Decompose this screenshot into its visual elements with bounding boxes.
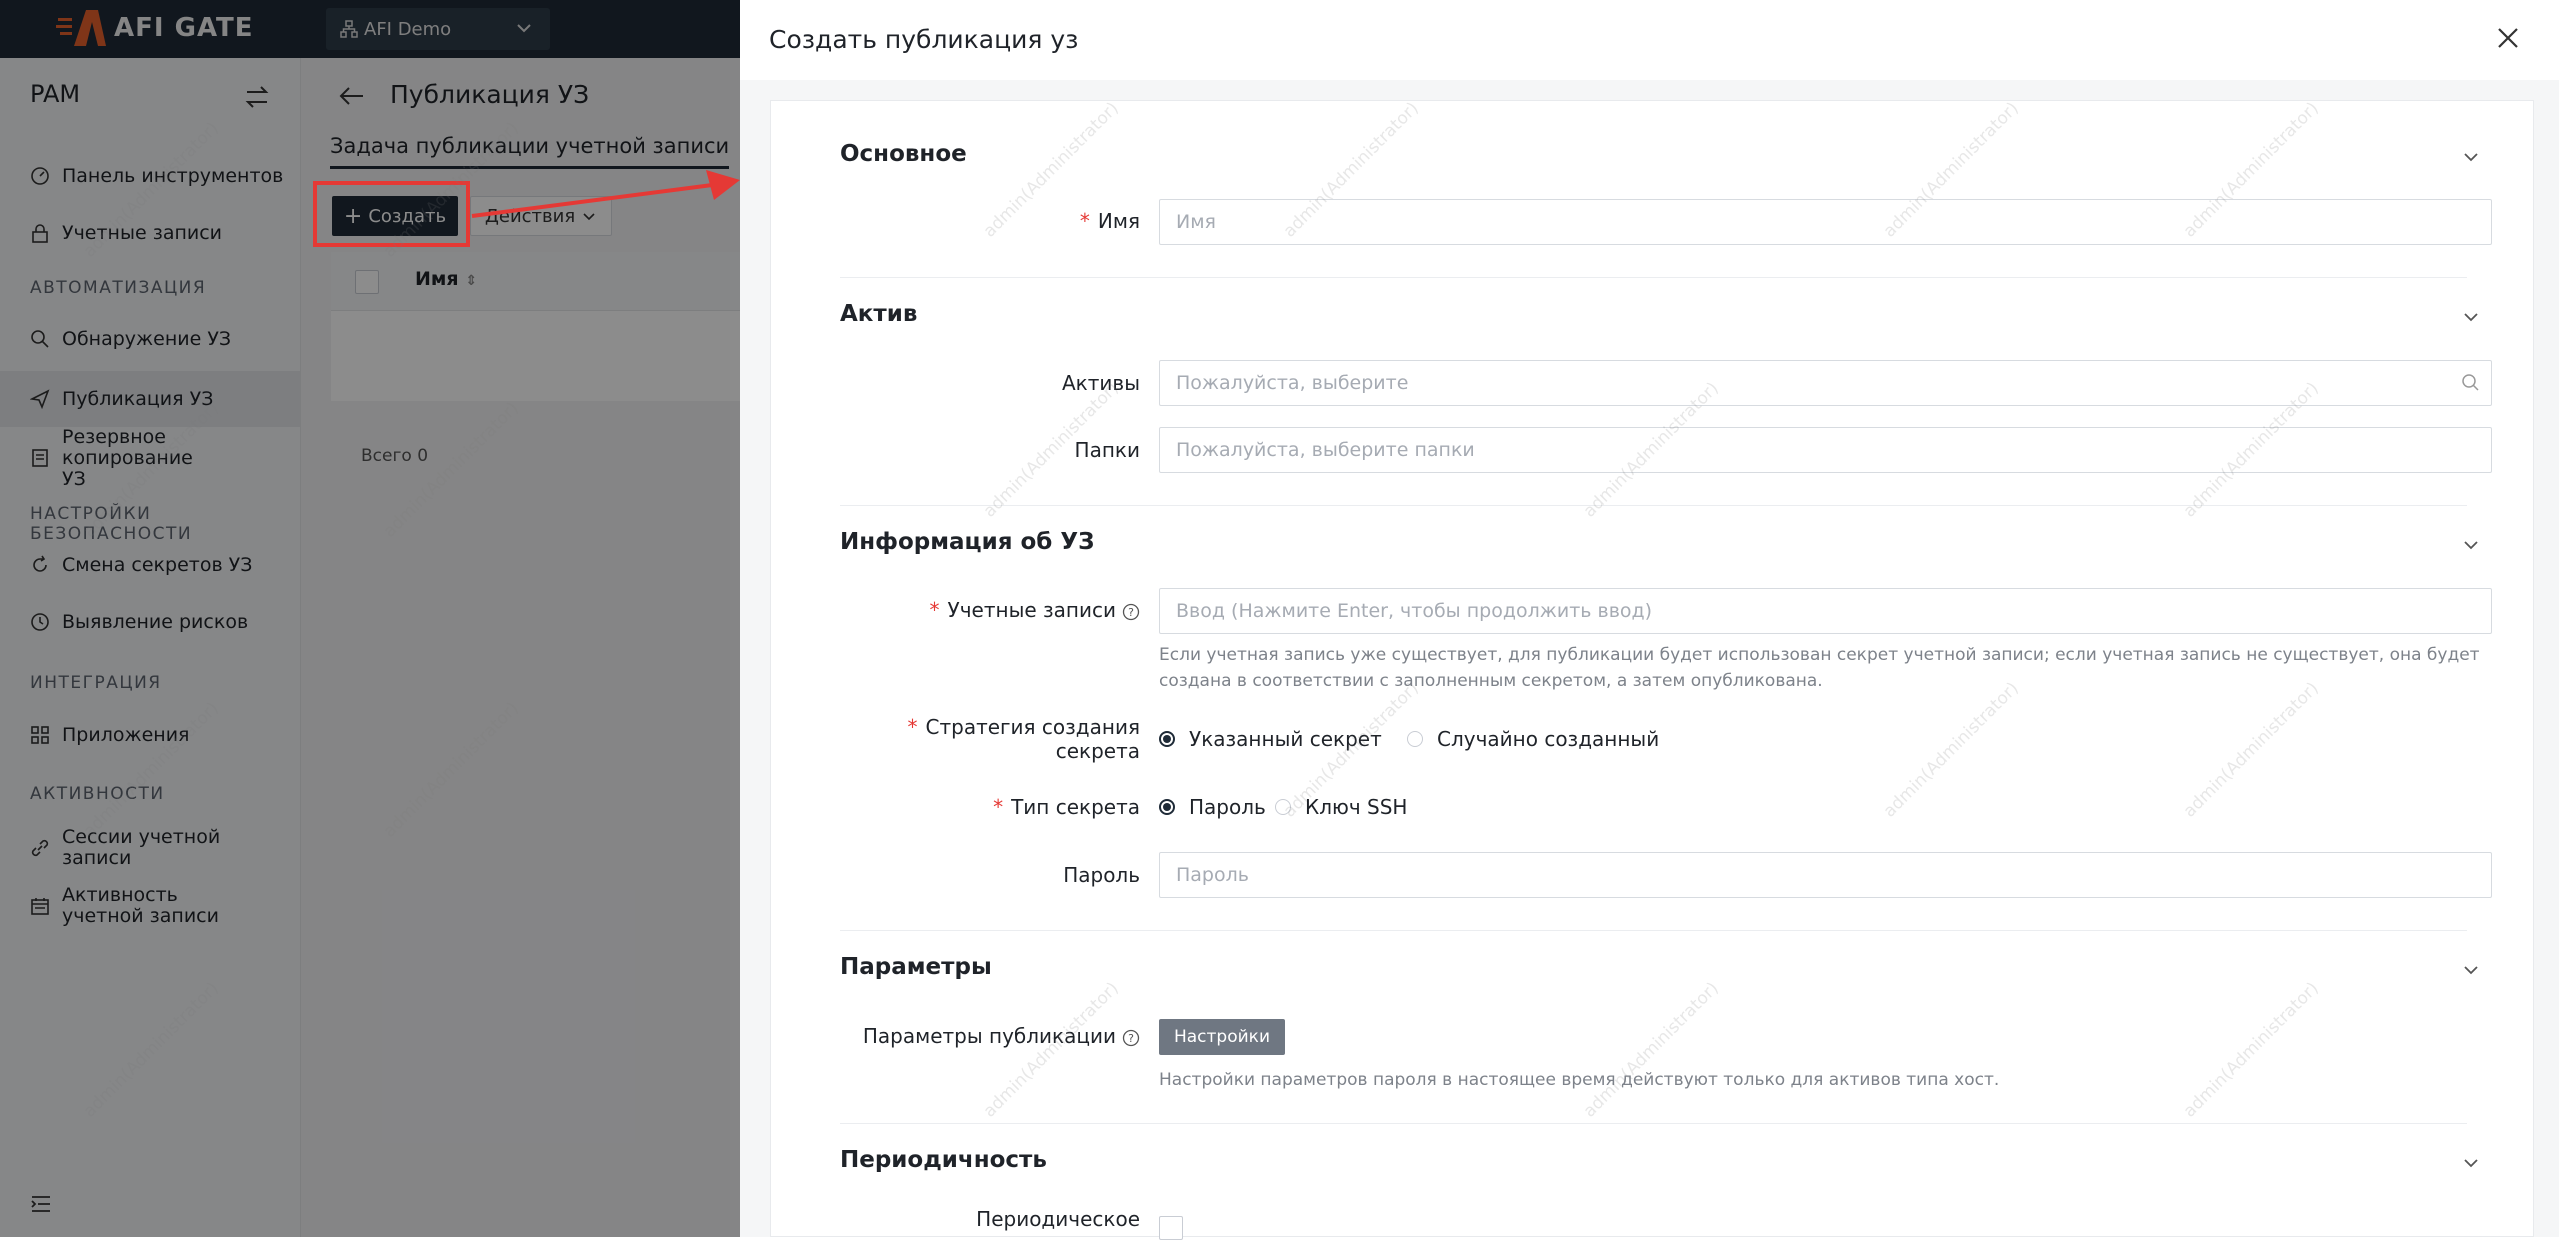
radio-dot: [1407, 731, 1423, 747]
accounts-label: * Учетные записи?: [930, 598, 1140, 622]
divider: [840, 505, 2467, 506]
section-asset-title[interactable]: Актив: [840, 301, 917, 327]
section-params-title[interactable]: Параметры: [840, 954, 992, 980]
periodic-label: Периодическое: [976, 1207, 1140, 1231]
section-periodicity-title[interactable]: Периодичность: [840, 1147, 1047, 1173]
svg-text:?: ?: [1128, 606, 1134, 619]
secret-type-label-text: Тип секрета: [1011, 795, 1140, 819]
folders-select[interactable]: [1159, 427, 2492, 473]
settings-button[interactable]: Настройки: [1159, 1019, 1285, 1055]
search-icon[interactable]: [2461, 373, 2481, 393]
required-mark: *: [907, 715, 918, 739]
drawer-title: Создать публикация уз: [769, 25, 1079, 54]
radio-dot-checked: [1159, 799, 1175, 815]
password-label: Пароль: [1063, 863, 1140, 887]
chevron-down-icon[interactable]: [2461, 1153, 2481, 1173]
assets-label: Активы: [1062, 371, 1140, 395]
chevron-down-icon[interactable]: [2461, 307, 2481, 327]
name-input[interactable]: [1159, 199, 2492, 245]
help-icon[interactable]: ?: [1122, 603, 1140, 621]
periodic-checkbox[interactable]: [1159, 1216, 1183, 1240]
assets-select[interactable]: [1159, 360, 2492, 406]
required-mark: *: [929, 598, 940, 622]
chevron-down-icon[interactable]: [2461, 960, 2481, 980]
help-icon[interactable]: ?: [1122, 1029, 1140, 1047]
accounts-input[interactable]: [1159, 588, 2492, 634]
required-mark: *: [1079, 209, 1090, 233]
svg-text:?: ?: [1128, 1032, 1134, 1045]
divider: [840, 277, 2467, 278]
publish-params-label-text: Параметры публикации: [862, 1024, 1116, 1048]
radio-random-secret[interactable]: Случайно созданный: [1407, 727, 1659, 751]
publish-params-label: Параметры публикации?: [863, 1024, 1140, 1048]
radio-password[interactable]: Пароль: [1159, 795, 1266, 819]
accounts-hint-line: создана в соответствии с заполненным сек…: [1159, 671, 1823, 691]
annotation-arrow-icon: [471, 170, 740, 218]
strategy-label: * Стратегия создания секрета: [908, 715, 1140, 763]
radio-specified-secret[interactable]: Указанный секрет: [1159, 727, 1382, 751]
secret-type-label: * Тип секрета: [993, 795, 1140, 819]
chevron-down-icon[interactable]: [2461, 147, 2481, 167]
divider: [840, 1123, 2467, 1124]
close-icon[interactable]: [2496, 26, 2520, 50]
radio-label: Ключ SSH: [1305, 795, 1408, 819]
form-card: Основное * Имя Актив Активы Папки Информа…: [770, 100, 2534, 1240]
required-mark: *: [993, 795, 1004, 819]
radio-dot: [1275, 799, 1291, 815]
radio-label: Случайно созданный: [1437, 727, 1660, 751]
divider: [840, 930, 2467, 931]
radio-ssh-key[interactable]: Ключ SSH: [1275, 795, 1407, 819]
name-label: * Имя: [1080, 209, 1140, 233]
accounts-label-text: Учетные записи: [947, 598, 1116, 622]
params-hint: Настройки параметров пароля в настоящее …: [1159, 1070, 2000, 1090]
section-basic-title[interactable]: Основное: [840, 141, 967, 167]
folders-label: Папки: [1074, 438, 1140, 462]
chevron-down-icon[interactable]: [2461, 535, 2481, 555]
name-label-text: Имя: [1097, 209, 1140, 233]
password-input[interactable]: [1159, 852, 2492, 898]
create-drawer: Создать публикация уз Основное * Имя Акти…: [740, 0, 2559, 1240]
radio-label: Указанный секрет: [1189, 727, 1382, 751]
drawer-header: Создать публикация уз: [740, 0, 2559, 80]
strategy-label-text: Стратегия создания: [925, 715, 1140, 739]
section-account-info-title[interactable]: Информация об УЗ: [840, 529, 1094, 555]
accounts-hint: Если учетная запись уже существует, для …: [1159, 642, 2480, 694]
accounts-hint-line: Если учетная запись уже существует, для …: [1159, 645, 2480, 665]
radio-label: Пароль: [1189, 795, 1266, 819]
strategy-label-text: секрета: [1055, 739, 1140, 763]
radio-dot-checked: [1159, 731, 1175, 747]
annotation-highlight: [313, 181, 470, 247]
